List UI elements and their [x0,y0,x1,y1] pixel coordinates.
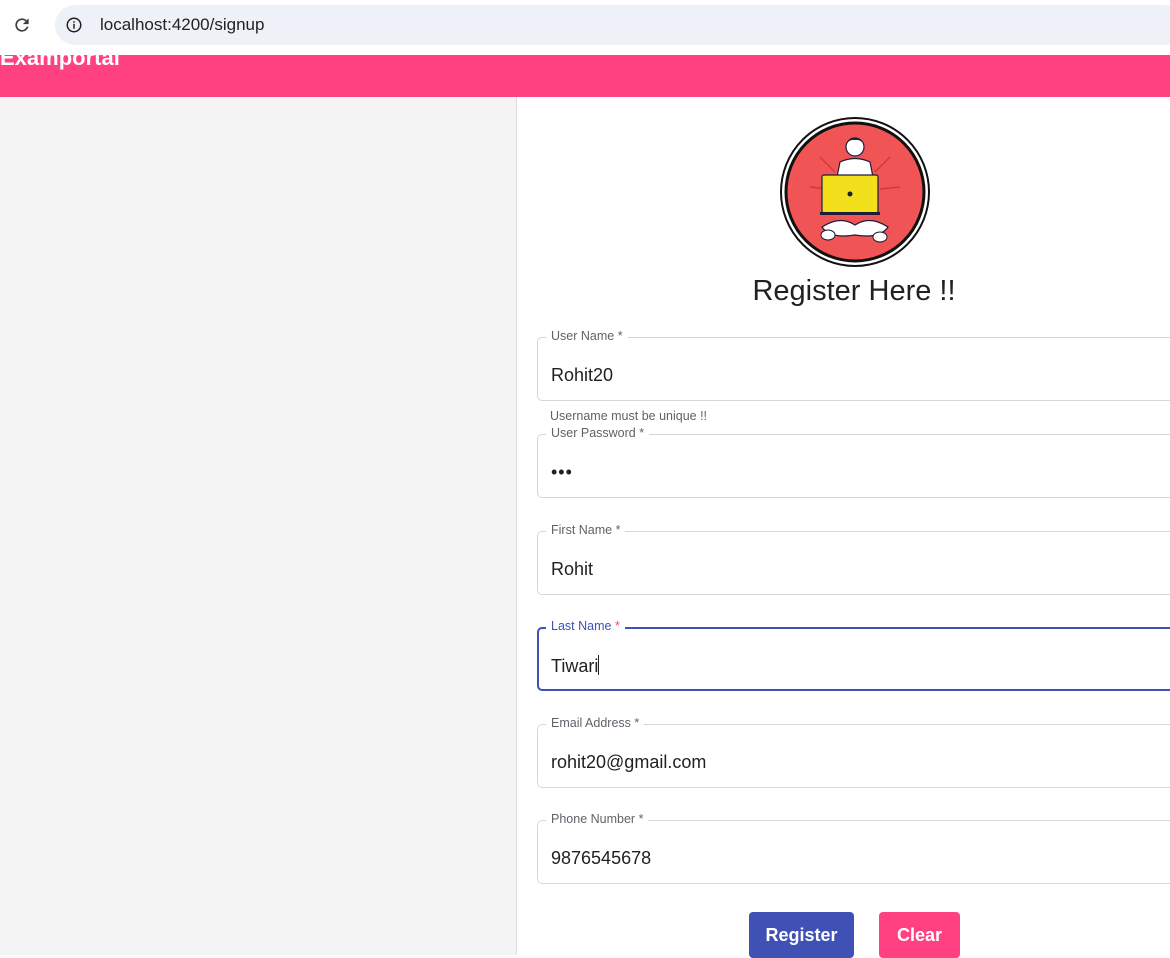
register-button[interactable]: Register [749,912,854,958]
first-name-value: Rohit [551,559,594,579]
info-icon[interactable] [63,14,85,36]
phone-value: 9876545678 [551,848,652,868]
app-toolbar: Examportal [0,55,1170,97]
left-panel [0,97,516,955]
password-label: User Password * [546,426,650,440]
password-field[interactable]: User Password * ••• [537,426,1170,498]
text-caret [598,655,600,675]
last-name-field[interactable]: Last Name * Tiwari [537,619,1170,691]
url-text: localhost:4200/signup [100,15,265,34]
email-field[interactable]: Email Address * rohit20@gmail.com [537,716,1170,788]
phone-label: Phone Number * [546,812,649,826]
username-value: Rohit20 [551,365,614,385]
username-label: User Name * [546,329,628,343]
reload-icon[interactable] [10,13,34,37]
last-name-input: Tiwari [551,655,600,676]
browser-toolbar: localhost:4200/signup [0,0,1170,50]
last-name-label: Last Name * [546,619,625,633]
username-field[interactable]: User Name * Rohit20 [537,329,1170,401]
email-value: rohit20@gmail.com [551,752,707,772]
email-label: Email Address * [546,716,645,730]
username-hint: Username must be unique !! [550,409,708,423]
phone-field[interactable]: Phone Number * 9876545678 [537,812,1170,884]
first-name-label: First Name * [546,523,626,537]
page-heading: Register Here !! [752,275,956,307]
signup-logo [780,117,930,267]
first-name-field[interactable]: First Name * Rohit [537,523,1170,595]
address-bar[interactable]: localhost:4200/signup [55,5,1170,45]
password-value: ••• [551,462,573,482]
clear-button[interactable]: Clear [879,912,960,958]
app-title[interactable]: Examportal [0,55,120,71]
